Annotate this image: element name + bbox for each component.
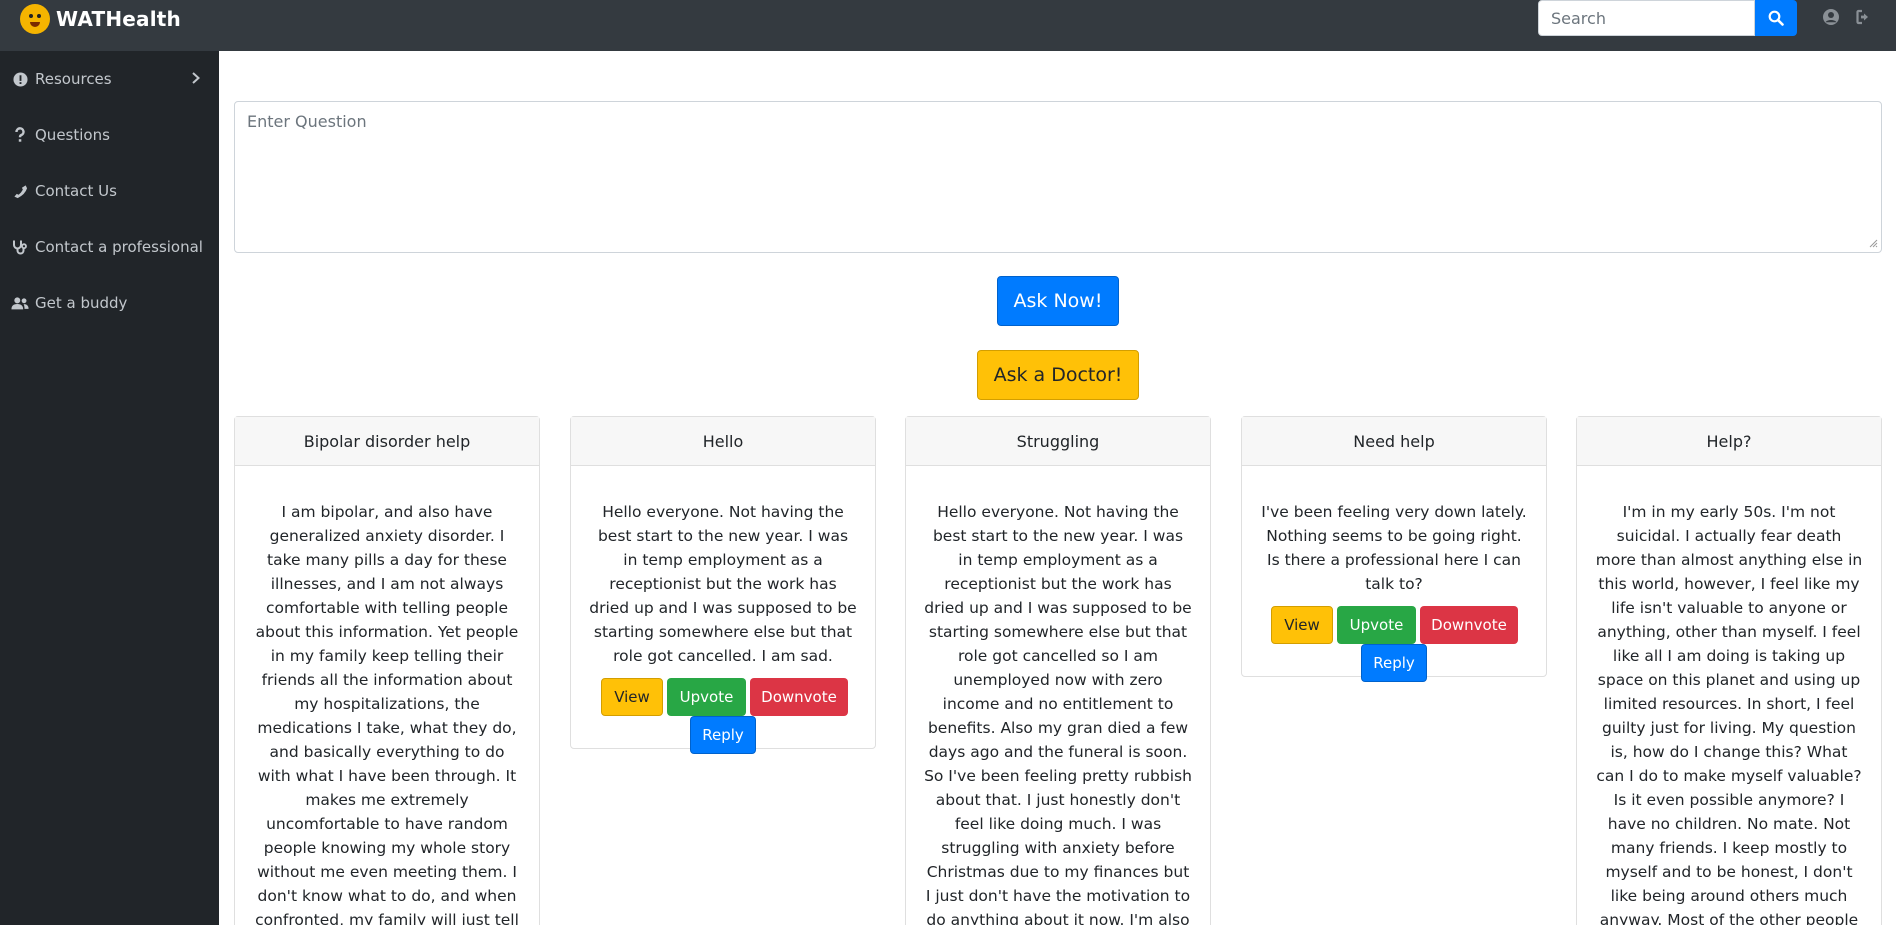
reply-button[interactable]: Reply xyxy=(1361,644,1427,682)
user-account-icon[interactable] xyxy=(1820,6,1842,28)
post-body: Hello everyone. Not having the best star… xyxy=(906,466,1210,925)
search-input[interactable] xyxy=(1538,0,1755,36)
sidebar-item-questions[interactable]: Questions xyxy=(0,115,219,155)
view-button[interactable]: View xyxy=(601,678,663,716)
post-body: I am bipolar, and also have generalized … xyxy=(235,466,539,925)
post-body: Hello everyone. Not having the best star… xyxy=(571,466,875,754)
sidebar-item-label: Contact Us xyxy=(35,182,117,200)
users-icon xyxy=(11,294,29,312)
stethoscope-icon xyxy=(11,238,29,256)
sidebar-item-contact-professional[interactable]: Contact a professional xyxy=(0,227,219,267)
downvote-button[interactable]: Downvote xyxy=(1420,606,1518,644)
post-card: Hello Hello everyone. Not having the bes… xyxy=(570,416,876,754)
sidebar-item-label: Questions xyxy=(35,126,110,144)
post-body: I've been feeling very down lately. Noth… xyxy=(1242,466,1546,682)
post-body: I'm in my early 50s. I'm not suicidal. I… xyxy=(1577,466,1881,925)
upvote-button[interactable]: Upvote xyxy=(667,678,746,716)
upvote-button[interactable]: Upvote xyxy=(1337,606,1416,644)
search-button[interactable] xyxy=(1755,0,1797,36)
sidebar-item-resources[interactable]: Resources xyxy=(0,59,219,99)
chevron-right-icon xyxy=(191,71,201,89)
smiley-logo-icon xyxy=(20,4,50,34)
ask-doctor-button[interactable]: Ask a Doctor! xyxy=(977,350,1139,400)
post-text: Hello everyone. Not having the best star… xyxy=(589,503,857,665)
sidebar-item-label: Resources xyxy=(35,70,112,88)
downvote-button[interactable]: Downvote xyxy=(750,678,848,716)
post-actions: View Upvote Downvote Reply xyxy=(589,668,857,754)
brand[interactable]: WATHealth xyxy=(20,2,181,36)
sidebar: Resources Questions Contact Us Contact a… xyxy=(0,51,219,925)
question-icon xyxy=(11,126,29,144)
post-title: Hello xyxy=(571,417,875,466)
brand-name: WATHealth xyxy=(56,7,181,31)
post-card: Bipolar disorder help I am bipolar, and … xyxy=(234,416,540,925)
phone-icon xyxy=(11,182,29,200)
resize-grip-icon[interactable] xyxy=(1868,238,1878,248)
post-card: Help? I'm in my early 50s. I'm not suici… xyxy=(1576,416,1882,925)
sign-out-icon[interactable] xyxy=(1853,6,1875,28)
post-card: Struggling Hello everyone. Not having th… xyxy=(905,416,1211,925)
post-text: I am bipolar, and also have generalized … xyxy=(255,503,519,925)
view-button[interactable]: View xyxy=(1271,606,1333,644)
sidebar-item-contact-us[interactable]: Contact Us xyxy=(0,171,219,211)
post-text: I've been feeling very down lately. Noth… xyxy=(1261,503,1527,593)
post-title: Struggling xyxy=(906,417,1210,466)
post-card: Need help I've been feeling very down la… xyxy=(1241,416,1547,682)
question-input[interactable] xyxy=(234,101,1882,253)
top-navbar: WATHealth xyxy=(0,0,1896,51)
post-title: Help? xyxy=(1577,417,1881,466)
post-title: Bipolar disorder help xyxy=(235,417,539,466)
exclamation-circle-icon xyxy=(11,70,29,88)
search-icon xyxy=(1768,10,1784,26)
sidebar-item-label: Get a buddy xyxy=(35,294,128,312)
post-text: I'm in my early 50s. I'm not suicidal. I… xyxy=(1595,503,1863,925)
sidebar-item-get-buddy[interactable]: Get a buddy xyxy=(0,283,219,323)
post-actions: View Upvote Downvote Reply xyxy=(1260,596,1528,682)
ask-now-button[interactable]: Ask Now! xyxy=(997,276,1119,326)
post-text: Hello everyone. Not having the best star… xyxy=(924,503,1192,925)
reply-button[interactable]: Reply xyxy=(690,716,756,754)
post-title: Need help xyxy=(1242,417,1546,466)
sidebar-item-label: Contact a professional xyxy=(35,238,203,256)
